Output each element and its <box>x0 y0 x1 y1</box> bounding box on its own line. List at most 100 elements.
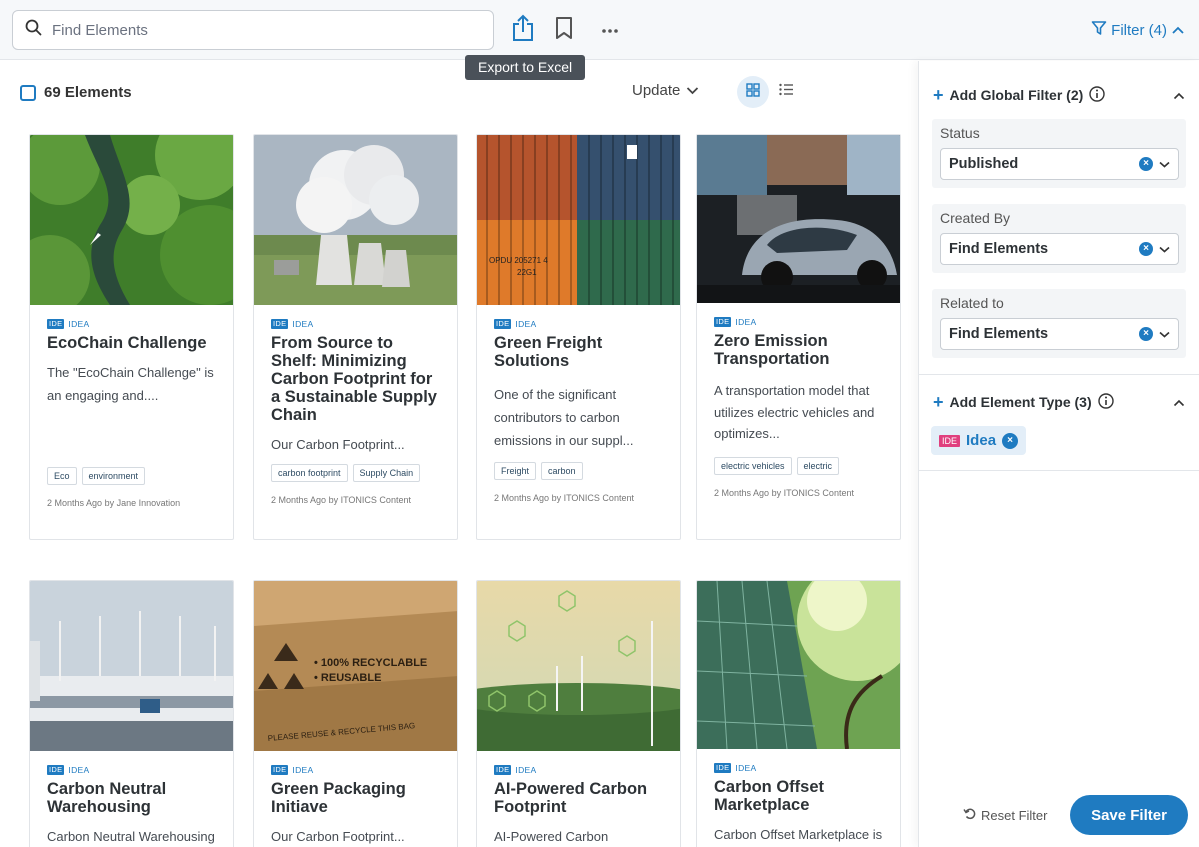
list-view-toggle[interactable] <box>770 76 802 108</box>
element-card[interactable]: IDE IDEA Carbon Offset Marketplace Carbon… <box>696 580 901 847</box>
card-meta: 2 Months Ago by ITONICS Content <box>714 487 854 498</box>
element-type-label: Add Element Type (3) <box>949 394 1092 410</box>
type-label: IDE IDEA <box>494 765 537 775</box>
packaging-text: • 100% RECYCLABLE <box>314 657 427 669</box>
tag[interactable]: environment <box>81 467 146 485</box>
card-image: OPDU 205271 4 22G1 <box>477 135 680 305</box>
remove-chip-icon[interactable]: × <box>1002 432 1019 449</box>
status-select[interactable]: Published × <box>940 148 1179 180</box>
type-badge: IDE <box>939 434 961 447</box>
filter-funnel-icon <box>1091 20 1107 40</box>
select-all[interactable]: 69 Elements <box>20 84 132 101</box>
tag[interactable]: electric vehicles <box>714 456 792 475</box>
element-card[interactable]: IDE IDEA Zero Emission Transportation A t… <box>696 134 901 540</box>
search-input[interactable] <box>52 21 472 39</box>
card-title: Carbon Offset Marketplace <box>714 778 825 814</box>
created-by-select[interactable]: Find Elements × <box>940 233 1179 265</box>
search-icon <box>25 19 42 41</box>
search-box[interactable] <box>12 10 494 50</box>
element-card[interactable]: IDE IDEA EcoChain Challenge The "EcoChain… <box>29 134 234 540</box>
tag[interactable]: electric <box>796 456 840 475</box>
global-filter-header[interactable]: + Add Global Filter (2) <box>919 83 1199 107</box>
card-title: From Source to Shelf: Minimizing Carbon … <box>271 334 437 424</box>
card-title: AI-Powered Carbon Footprint <box>494 780 648 816</box>
element-grid: IDE IDEA EcoChain Challenge The "EcoChain… <box>0 123 918 847</box>
type-badge: IDE <box>494 765 512 775</box>
chevron-up-icon <box>1171 22 1185 39</box>
type-badge: IDE <box>494 319 512 329</box>
filter-label: Status <box>940 125 980 141</box>
card-meta: 2 Months Ago by Jane Innovation <box>47 498 181 508</box>
save-filter-button[interactable]: Save Filter <box>1070 795 1188 835</box>
card-tags: electric vehicles electric <box>714 456 883 475</box>
card-title: Green Packaging Initiave <box>271 780 406 816</box>
element-card[interactable]: OPDU 205271 4 22G1 IDE IDEA Green Freight… <box>476 134 681 540</box>
tag[interactable]: Eco <box>47 467 77 485</box>
related-to-select[interactable]: Find Elements × <box>940 318 1179 350</box>
element-type-chip[interactable]: IDE Idea × <box>931 426 1027 455</box>
export-tooltip: Export to Excel <box>465 55 586 80</box>
tag[interactable]: Supply Chain <box>352 464 421 482</box>
card-tags: Freight carbon <box>494 462 663 480</box>
card-image <box>697 581 900 749</box>
element-card[interactable]: IDE IDEA Carbon Neutral Warehousing Carbo… <box>29 580 234 847</box>
element-card[interactable]: IDE IDEA AI-Powered Carbon Footprint AI-P… <box>476 580 681 847</box>
card-title: Carbon Neutral Warehousing <box>47 780 167 816</box>
type-badge: IDE <box>47 765 65 775</box>
select-all-checkbox[interactable] <box>20 84 36 101</box>
filter-label: Filter (4) <box>1111 21 1167 39</box>
element-type-header[interactable]: + Add Element Type (3) <box>919 390 1199 414</box>
container-code-text: OPDU 205271 4 <box>489 256 548 265</box>
container-code-text: 22G1 <box>517 268 537 277</box>
tag[interactable]: carbon footprint <box>271 464 348 482</box>
card-image <box>30 135 233 305</box>
created-by-filter: Created By Find Elements × <box>932 204 1186 273</box>
clear-icon[interactable]: × <box>1139 157 1153 171</box>
export-button[interactable] <box>507 14 539 46</box>
card-title: EcoChain Challenge <box>47 334 207 352</box>
divider <box>919 374 1199 375</box>
bookmark-button[interactable] <box>548 14 580 46</box>
card-tags: Eco environment <box>47 467 216 485</box>
type-label: IDE IDEA <box>47 765 90 775</box>
tag[interactable]: carbon <box>541 462 583 480</box>
bookmark-icon <box>555 16 573 45</box>
grid-view-toggle[interactable] <box>737 76 769 108</box>
type-label: IDE IDEA <box>714 763 757 773</box>
reset-filter-button[interactable]: Reset Filter <box>963 807 1047 823</box>
type-badge: IDE <box>714 317 732 327</box>
top-toolbar: Filter (4) <box>0 0 1199 60</box>
more-options-button[interactable] <box>594 14 626 46</box>
element-card[interactable]: IDE IDEA From Source to Shelf: Minimizing… <box>253 134 458 540</box>
card-image: • 100% RECYCLABLE • REUSABLE PLEASE REUS… <box>254 581 457 751</box>
card-description: The "EcoChain Challenge" is an engaging … <box>47 365 214 403</box>
card-description: A transportation model that utilizes ele… <box>714 383 875 441</box>
plus-icon: + <box>933 392 944 412</box>
global-filter-label: Add Global Filter (2) <box>949 87 1084 103</box>
filter-toggle-button[interactable]: Filter (4) <box>1091 20 1185 40</box>
chevron-up-icon[interactable] <box>1173 87 1185 103</box>
tag[interactable]: Freight <box>494 462 537 480</box>
chevron-up-icon[interactable] <box>1173 394 1185 410</box>
card-description: Our Carbon Footprint... <box>271 829 405 844</box>
element-card[interactable]: • 100% RECYCLABLE • REUSABLE PLEASE REUS… <box>253 580 458 847</box>
info-icon[interactable] <box>1097 392 1114 412</box>
card-title: Zero Emission Transportation <box>714 332 830 368</box>
info-icon[interactable] <box>1089 85 1105 105</box>
card-description: Our Carbon Footprint... <box>271 437 405 452</box>
filter-label: Related to <box>940 295 1004 311</box>
card-tags: carbon footprint Supply Chain <box>271 464 440 482</box>
clear-icon[interactable]: × <box>1139 242 1153 256</box>
type-badge: IDE <box>271 765 289 775</box>
element-count: 69 Elements <box>44 84 132 101</box>
type-label: IDE IDEA <box>271 319 314 329</box>
chevron-down-icon <box>1159 241 1170 257</box>
undo-icon <box>963 807 976 823</box>
card-image <box>30 581 233 751</box>
filter-label: Created By <box>940 210 1011 226</box>
card-description: Carbon Offset Marketplace is <box>714 827 883 842</box>
type-badge: IDE <box>47 319 65 329</box>
sort-label: Update <box>632 82 681 99</box>
sort-dropdown[interactable]: Update <box>632 82 699 99</box>
clear-icon[interactable]: × <box>1139 327 1153 341</box>
